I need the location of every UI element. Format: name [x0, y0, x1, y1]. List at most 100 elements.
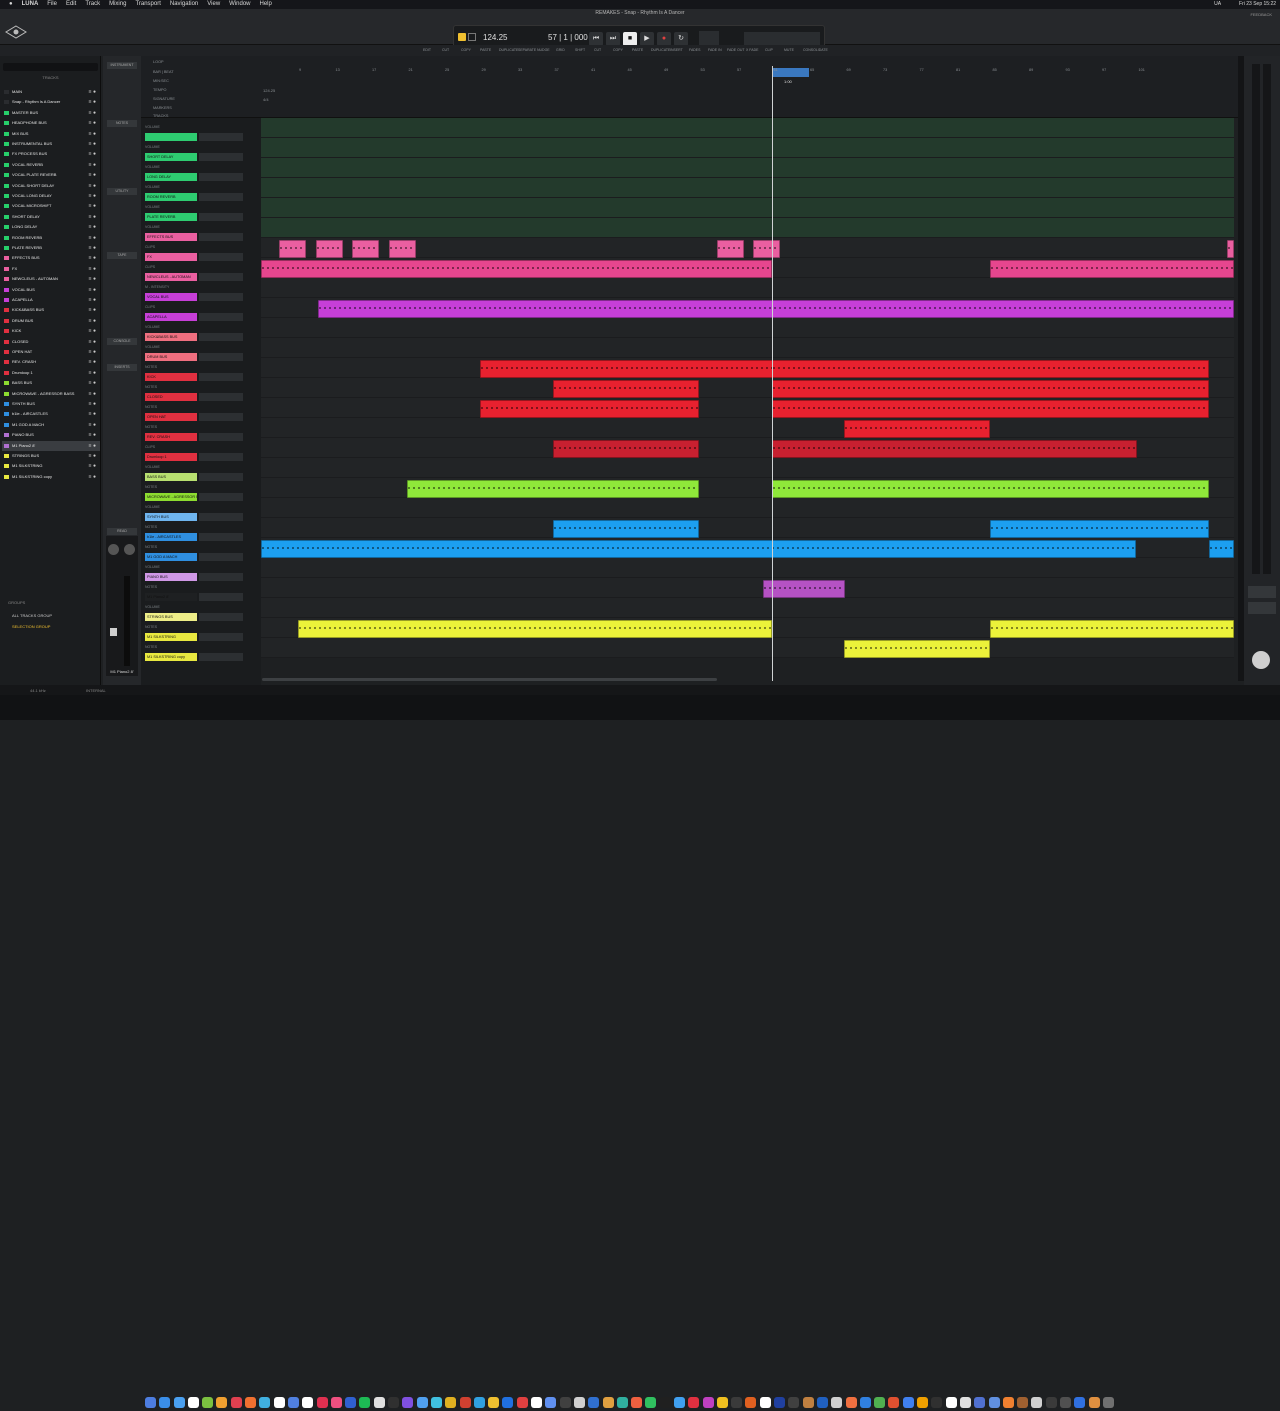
track-list-item[interactable]: VOCAL BUS ≡ ●: [2, 285, 100, 295]
edit-tool-button[interactable]: DUPLICATE: [499, 48, 518, 52]
track-buttons[interactable]: [199, 413, 243, 421]
track-header[interactable]: M1 Piano2 8': [143, 592, 243, 602]
track-list-item[interactable]: Snap - Rhythm Is A Dancer ≡ ●: [2, 97, 100, 107]
lane-type-label[interactable]: NOTES: [145, 622, 157, 632]
lane-type-label[interactable]: CLIPS: [145, 302, 155, 312]
track-name[interactable]: M1 SILKSTRING: [145, 633, 197, 641]
track-list-item[interactable]: SHORT DELAY ≡ ●: [2, 212, 100, 222]
dock-app-icon[interactable]: [945, 1397, 957, 1408]
track-header[interactable]: LONG DELAY: [143, 172, 243, 182]
track-list-item[interactable]: EFFECTS BUS ≡ ●: [2, 253, 100, 263]
feedback-button[interactable]: FEEDBACK: [1250, 12, 1272, 17]
dock-app-icon[interactable]: [845, 1397, 857, 1408]
utility-button[interactable]: UTILITY: [107, 188, 137, 195]
dock-app-icon[interactable]: [559, 1397, 571, 1408]
edit-tool-button[interactable]: FADES: [689, 48, 700, 52]
track-header[interactable]: b1le - AIRCASTLES: [143, 532, 243, 542]
inserts-button[interactable]: INSERTS: [107, 364, 137, 371]
pan-knob-icon[interactable]: [108, 544, 119, 555]
dock-app-icon[interactable]: [673, 1397, 685, 1408]
track-name[interactable]: M1 SILKSTRING copy: [145, 653, 197, 661]
track-header[interactable]: NEWCLEUS - AUTOMAN: [143, 272, 243, 282]
control-room-button[interactable]: [1248, 586, 1276, 598]
clip[interactable]: [261, 260, 772, 278]
track-list-item[interactable]: ACAPELLA ≡ ●: [2, 295, 100, 305]
dock-app-icon[interactable]: [1088, 1397, 1100, 1408]
dock-app-icon[interactable]: [173, 1397, 185, 1408]
track-lane[interactable]: [261, 218, 1234, 238]
clip[interactable]: [753, 240, 780, 258]
menu-item[interactable]: Mixing: [109, 1, 126, 7]
track-name[interactable]: SYNTH BUS: [145, 513, 197, 521]
track-header[interactable]: REV. CRASH: [143, 432, 243, 442]
lane-type-label[interactable]: CLIPS: [145, 242, 155, 252]
track-lane[interactable]: [261, 598, 1234, 618]
dock-app-icon[interactable]: [316, 1397, 328, 1408]
dock-app-icon[interactable]: [1102, 1397, 1114, 1408]
lane-type-label[interactable]: NOTES: [145, 642, 157, 652]
dock-app-icon[interactable]: [631, 1397, 643, 1408]
track-buttons[interactable]: [199, 353, 243, 361]
lane-type-label[interactable]: NOTES: [145, 522, 157, 532]
track-list-item[interactable]: DRUM BUS ≡ ●: [2, 316, 100, 326]
edit-tool-button[interactable]: CLIP: [765, 48, 773, 52]
track-name[interactable]: ROOM REVERB: [145, 193, 197, 201]
clip[interactable]: [717, 240, 744, 258]
menu-status-item[interactable]: Fri 23 Sep 15:22: [1239, 0, 1276, 9]
rewind-button[interactable]: ⏮: [589, 32, 603, 46]
dock-app-icon[interactable]: [859, 1397, 871, 1408]
track-visibility-icon[interactable]: ≡ ●: [89, 212, 96, 222]
dock-app-icon[interactable]: [602, 1397, 614, 1408]
track-name[interactable]: NEWCLEUS - AUTOMAN: [145, 273, 197, 281]
track-name[interactable]: VOCAL BUS: [145, 293, 197, 301]
track-visibility-icon[interactable]: ≡ ●: [89, 201, 96, 211]
clip[interactable]: [298, 620, 772, 638]
track-buttons[interactable]: [199, 513, 243, 521]
lane-type-label[interactable]: VOLUME: [145, 322, 160, 332]
dock-app-icon[interactable]: [259, 1397, 271, 1408]
dock-app-icon[interactable]: [216, 1397, 228, 1408]
track-lane[interactable]: [261, 158, 1234, 178]
dock-app-icon[interactable]: [531, 1397, 543, 1408]
track-header[interactable]: [143, 132, 243, 142]
clip[interactable]: [316, 240, 343, 258]
edit-tool-button[interactable]: SEPARATE: [518, 48, 536, 52]
dock-app-icon[interactable]: [516, 1397, 528, 1408]
dock-app-icon[interactable]: [502, 1397, 514, 1408]
dock-app-icon[interactable]: [445, 1397, 457, 1408]
menu-item[interactable]: Edit: [66, 1, 76, 7]
lane-type-label[interactable]: VOLUME: [145, 182, 160, 192]
edit-tool-button[interactable]: CUT: [442, 48, 449, 52]
dock-app-icon[interactable]: [616, 1397, 628, 1408]
record-button[interactable]: ●: [657, 32, 671, 46]
track-visibility-icon[interactable]: ≡ ●: [89, 285, 96, 295]
track-list-item[interactable]: SYNTH BUS ≡ ●: [2, 399, 100, 409]
track-name[interactable]: CLOSED: [145, 393, 197, 401]
track-name[interactable]: OPEN HAT: [145, 413, 197, 421]
track-visibility-icon[interactable]: ≡ ●: [89, 129, 96, 139]
track-visibility-icon[interactable]: ≡ ●: [89, 253, 96, 263]
track-visibility-icon[interactable]: ≡ ●: [89, 305, 96, 315]
arrangement-area[interactable]: [261, 118, 1234, 681]
lane-type-label[interactable]: CLIPS: [145, 262, 155, 272]
track-list-item[interactable]: KICK&BASS BUS ≡ ●: [2, 305, 100, 315]
track-lane[interactable]: [261, 318, 1234, 338]
channel-fader[interactable]: M1 Piano2 8': [106, 536, 138, 676]
menu-item[interactable]: Transport: [135, 1, 160, 7]
menu-item[interactable]: Help: [260, 1, 272, 7]
track-visibility-icon[interactable]: ≡ ●: [89, 409, 96, 419]
track-list-item[interactable]: MASTER BUS ≡ ●: [2, 108, 100, 118]
lane-type-label[interactable]: VOLUME: [145, 602, 160, 612]
track-visibility-icon[interactable]: ≡ ●: [89, 399, 96, 409]
send-knob-icon[interactable]: [124, 544, 135, 555]
track-visibility-icon[interactable]: ≡ ●: [89, 430, 96, 440]
dock-app-icon[interactable]: [388, 1397, 400, 1408]
edit-tool-button[interactable]: CUT: [594, 48, 601, 52]
track-visibility-icon[interactable]: ≡ ●: [89, 264, 96, 274]
dock-app-icon[interactable]: [788, 1397, 800, 1408]
lane-type-label[interactable]: VOLUME: [145, 462, 160, 472]
clip[interactable]: [407, 480, 699, 498]
track-buttons[interactable]: [199, 373, 243, 381]
track-buttons[interactable]: [199, 533, 243, 541]
clip[interactable]: [553, 520, 699, 538]
